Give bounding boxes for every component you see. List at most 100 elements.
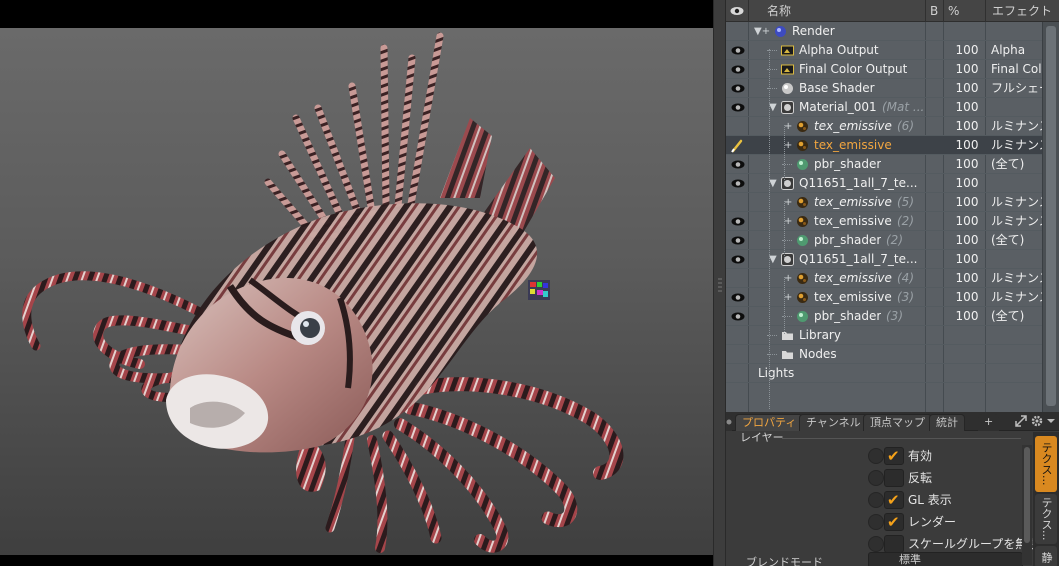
visibility-toggle[interactable]	[728, 327, 748, 344]
expand-plus-icon[interactable]: +	[784, 193, 792, 212]
checkbox[interactable]	[884, 469, 904, 487]
tree-row[interactable]: Final Color Output 100 Final Color	[726, 60, 1059, 79]
visibility-eye-icon[interactable]	[728, 289, 748, 306]
checkbox[interactable]: ✔	[884, 491, 904, 509]
percent-column-header[interactable]: %	[943, 0, 985, 22]
tree-row-percent[interactable]: 100	[949, 174, 985, 193]
visibility-toggle[interactable]	[728, 365, 748, 382]
viewport[interactable]	[0, 0, 713, 566]
visibility-eye-icon[interactable]	[728, 99, 748, 116]
expand-arrow-icon[interactable]: ▼	[769, 174, 777, 193]
tree-row-percent[interactable]: 100	[949, 193, 985, 212]
gear-icon[interactable]	[1031, 415, 1043, 427]
visibility-eye-icon[interactable]	[728, 251, 748, 268]
tree-row-percent[interactable]: 100	[949, 231, 985, 250]
checkbox[interactable]: ✔	[884, 447, 904, 465]
tree-row[interactable]: pbr_shader (3) 100 (全て)	[726, 307, 1059, 326]
tab-vertex-maps[interactable]: 頂点マップ	[863, 414, 932, 431]
tree-row-percent[interactable]: 100	[949, 41, 985, 60]
visibility-eye-icon[interactable]	[728, 80, 748, 97]
paint-brush-icon[interactable]	[728, 137, 748, 154]
tab-statistics[interactable]: 統計	[929, 414, 965, 431]
tree-row-percent[interactable]: 100	[949, 155, 985, 174]
visibility-eye-icon[interactable]	[728, 213, 748, 230]
channel-dot-icon[interactable]	[868, 448, 884, 464]
side-tab-texture-1[interactable]: テクス...	[1035, 436, 1057, 492]
tree-row-percent[interactable]	[949, 364, 985, 383]
visibility-eye-icon[interactable]	[728, 61, 748, 78]
tree-row[interactable]: + tex_emissive (3) 100 ルミナンスの	[726, 288, 1059, 307]
visibility-toggle[interactable]	[728, 346, 748, 363]
tree-row[interactable]: Alpha Output 100 Alpha	[726, 41, 1059, 60]
blend-column-header[interactable]: B	[925, 0, 943, 22]
tab-properties[interactable]: プロパティ	[735, 414, 804, 431]
tree-row[interactable]: + tex_emissive (4) 100 ルミナンスの	[726, 269, 1059, 288]
expand-plus-icon[interactable]: +	[784, 288, 792, 307]
tree-row[interactable]: ▼+ Render	[726, 22, 1059, 41]
tree-row[interactable]: ▼ Q11651_1all_7_te... 100	[726, 250, 1059, 269]
tree-row-percent[interactable]	[949, 326, 985, 345]
tab-channels[interactable]: チャンネル	[799, 414, 868, 431]
visibility-eye-icon[interactable]	[728, 175, 748, 192]
tree-row[interactable]: + tex_emissive 100 ルミナンスの	[726, 136, 1059, 155]
tree-row-percent[interactable]: 100	[949, 212, 985, 231]
tree-row-percent[interactable]: 100	[949, 136, 985, 155]
visibility-column-header[interactable]	[726, 0, 748, 22]
tree-row-percent[interactable]: 100	[949, 98, 985, 117]
expand-plus-icon[interactable]: +	[784, 117, 792, 136]
tree-row[interactable]: pbr_shader 100 (全て)	[726, 155, 1059, 174]
visibility-toggle[interactable]	[728, 194, 748, 211]
tree-row[interactable]: + tex_emissive (5) 100 ルミナンスの	[726, 193, 1059, 212]
channel-dot-icon[interactable]	[868, 514, 884, 530]
expand-icon[interactable]	[1015, 415, 1027, 427]
tree-row-percent[interactable]: 100	[949, 307, 985, 326]
tree-row-percent[interactable]: 100	[949, 269, 985, 288]
panel-menu-icon[interactable]	[726, 414, 732, 431]
tree-row[interactable]: Nodes	[726, 345, 1059, 364]
expand-plus-icon[interactable]: +	[784, 136, 792, 155]
tree-row[interactable]: Library	[726, 326, 1059, 345]
viewport-canvas[interactable]	[0, 28, 713, 555]
channel-dot-icon[interactable]	[868, 470, 884, 486]
tree-row[interactable]: + tex_emissive (6) 100 ルミナンスの	[726, 117, 1059, 136]
tree-row-percent[interactable]: 100	[949, 288, 985, 307]
name-column-header[interactable]: 名称	[748, 0, 925, 22]
checkbox[interactable]	[884, 535, 904, 553]
side-tab-static[interactable]: 静	[1035, 546, 1057, 566]
side-tab-texture-2[interactable]: テクス...	[1035, 494, 1057, 544]
expand-plus-icon[interactable]: +	[784, 212, 792, 231]
visibility-eye-icon[interactable]	[728, 156, 748, 173]
expand-plus-icon[interactable]: +	[784, 269, 792, 288]
tree-row[interactable]: + tex_emissive (2) 100 ルミナンスの	[726, 212, 1059, 231]
expand-arrow-icon[interactable]: ▼	[769, 98, 777, 117]
visibility-eye-icon[interactable]	[728, 232, 748, 249]
tree-row-percent[interactable]: 100	[949, 250, 985, 269]
tree-row-percent[interactable]	[949, 22, 985, 41]
tree-row-percent[interactable]	[949, 345, 985, 364]
tree-row[interactable]: pbr_shader (2) 100 (全て)	[726, 231, 1059, 250]
properties-scrollbar[interactable]	[1022, 445, 1032, 565]
menu-arrow-icon[interactable]	[1046, 416, 1056, 426]
tree-row-percent[interactable]: 100	[949, 60, 985, 79]
add-tab-button[interactable]: +	[978, 414, 1000, 431]
panel-splitter[interactable]	[713, 0, 726, 566]
channel-dot-icon[interactable]	[868, 536, 884, 552]
effect-column-header[interactable]: エフェクト	[985, 0, 1059, 22]
visibility-eye-icon[interactable]	[728, 308, 748, 325]
blend-mode-select[interactable]: 標準	[868, 552, 1023, 566]
channel-dot-icon[interactable]	[868, 492, 884, 508]
checkbox[interactable]: ✔	[884, 513, 904, 531]
visibility-eye-icon[interactable]	[728, 42, 748, 59]
tree-row[interactable]: Base Shader 100 フルシェーデ	[726, 79, 1059, 98]
visibility-toggle[interactable]	[728, 270, 748, 287]
shader-tree-panel[interactable]: 名称 B % エフェクト ▼+ Render Alpha Output 100 Alph…	[726, 0, 1059, 412]
tree-row-percent[interactable]: 100	[949, 79, 985, 98]
expand-arrow-icon[interactable]: ▼	[769, 250, 777, 269]
tree-row-percent[interactable]: 100	[949, 117, 985, 136]
shader-tree-scrollbar[interactable]	[1042, 22, 1059, 412]
tree-row[interactable]: Lights	[726, 364, 1059, 383]
visibility-toggle[interactable]	[728, 23, 748, 40]
tree-row[interactable]: ▼ Q11651_1all_7_te... 100	[726, 174, 1059, 193]
visibility-toggle[interactable]	[728, 118, 748, 135]
tree-row[interactable]: ▼ Material_001 (Mat ... 100	[726, 98, 1059, 117]
